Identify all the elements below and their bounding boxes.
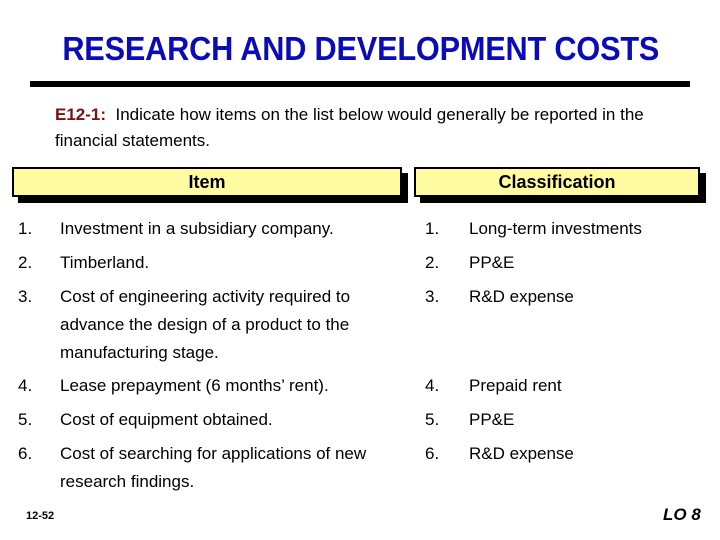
item-number: 3.	[18, 287, 33, 306]
classification-number: 2.	[425, 253, 440, 272]
slide-title: RESEARCH AND DEVELOPMENT COSTS	[62, 30, 660, 67]
item-text: Lease prepayment (6 months’ rent).	[60, 376, 329, 395]
classification-text: PP&E	[469, 253, 515, 272]
classification-text: Long-term investments	[469, 219, 642, 238]
classification-text: R&D expense	[469, 444, 574, 463]
column-header-item: Item	[12, 167, 402, 197]
classification-number: 3.	[425, 287, 440, 306]
classification-text: R&D expense	[469, 287, 574, 306]
item-text: Cost of searching for applications of ne…	[60, 444, 367, 491]
instructions-text: Indicate how items on the list below wou…	[55, 105, 644, 150]
classification-number: 4.	[425, 376, 440, 395]
item-text: Cost of equipment obtained.	[60, 410, 273, 429]
column-header-item-label: Item	[188, 171, 226, 192]
item-number: 1.	[18, 219, 33, 238]
item-number: 2.	[18, 253, 33, 272]
title-divider	[30, 81, 690, 87]
classification-number: 5.	[425, 410, 440, 429]
exercise-reference: E12-1:	[55, 105, 107, 124]
learning-objective: LO 8	[663, 505, 701, 524]
item-number: 5.	[18, 410, 33, 429]
item-text: Timberland.	[60, 253, 150, 272]
instructions: E12-1: Indicate how items on the list be…	[55, 102, 695, 154]
classification-text: PP&E	[469, 410, 515, 429]
classification-text: Prepaid rent	[469, 376, 562, 395]
item-number: 4.	[18, 376, 33, 395]
classification-number: 1.	[425, 219, 440, 238]
column-header-classification-label: Classification	[498, 171, 616, 192]
slide-number: 12-52	[26, 510, 55, 522]
classification-number: 6.	[425, 444, 440, 463]
item-text: Investment in a subsidiary company.	[60, 219, 334, 238]
column-header-classification: Classification	[414, 167, 700, 197]
item-text: Cost of engineering activity required to…	[60, 287, 351, 362]
item-number: 6.	[18, 444, 33, 463]
